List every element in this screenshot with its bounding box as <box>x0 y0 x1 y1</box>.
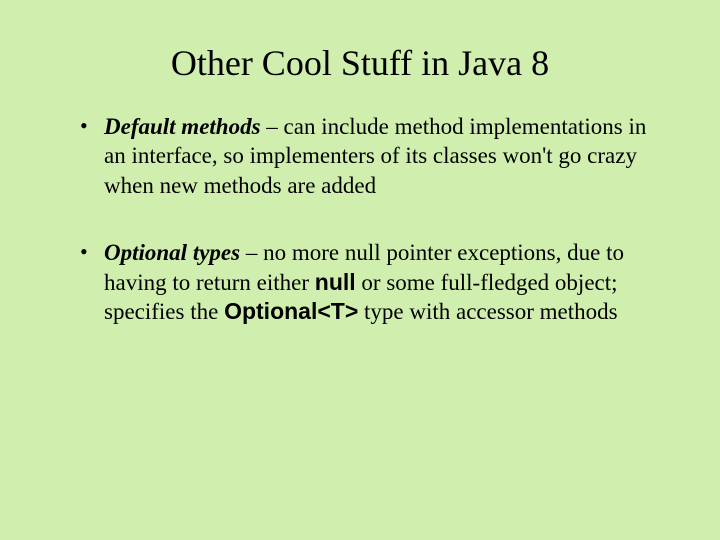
bullet-keyword: Optional<T> <box>224 298 358 324</box>
bullet-sep: – <box>240 240 263 265</box>
slide-title: Other Cool Stuff in Java 8 <box>60 42 660 84</box>
list-item: Default methods – can include method imp… <box>80 112 650 200</box>
bullet-list: Default methods – can include method imp… <box>60 112 660 327</box>
bullet-term: Default methods <box>104 114 261 139</box>
bullet-keyword: null <box>315 269 356 295</box>
bullet-term: Optional types <box>104 240 240 265</box>
bullet-sep: – <box>261 114 284 139</box>
slide: Other Cool Stuff in Java 8 Default metho… <box>0 0 720 540</box>
bullet-body: type with accessor methods <box>358 299 617 324</box>
list-item: Optional types – no more null pointer ex… <box>80 238 650 326</box>
